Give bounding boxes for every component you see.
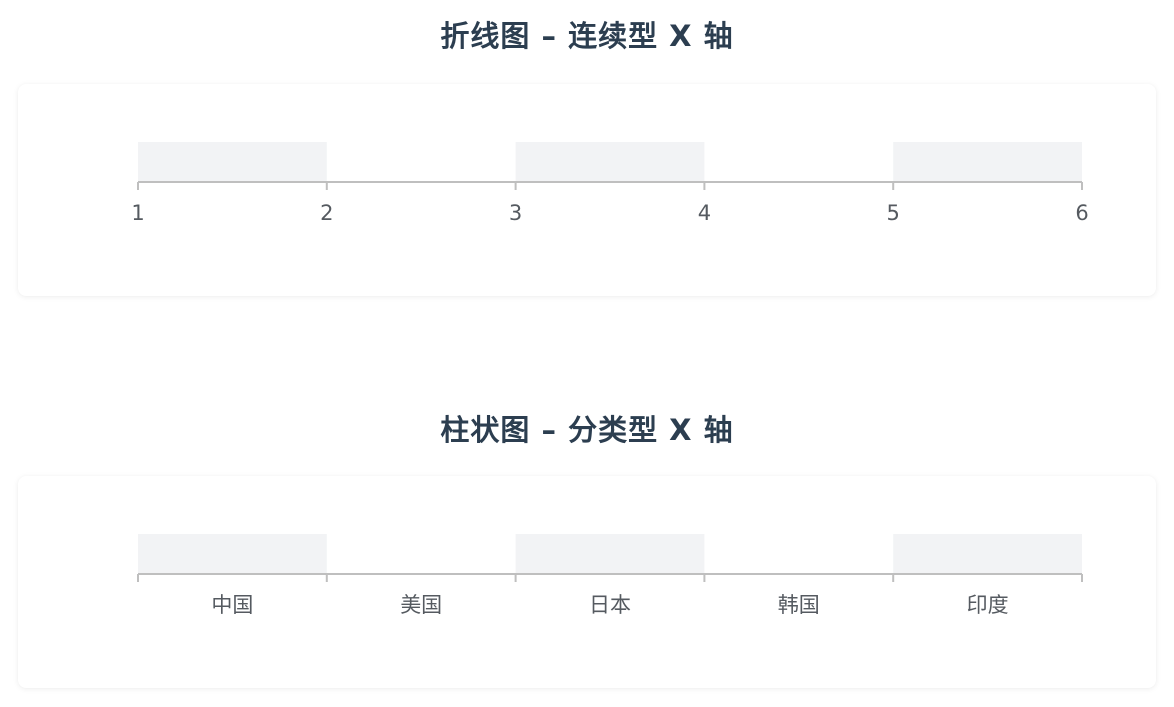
x-tick-label: 印度: [967, 593, 1009, 617]
line-chart-canvas: 1 2 3 4 5 6: [131, 142, 1089, 225]
x-tick-label: 3: [509, 201, 522, 225]
x-tick-label: 4: [698, 201, 711, 225]
x-tick-label: 1: [131, 201, 144, 225]
x-tick-label: 韩国: [778, 593, 820, 617]
x-tick-label: 日本: [589, 593, 631, 617]
x-tick-label: 6: [1075, 201, 1088, 225]
split-area-band: [515, 534, 705, 574]
line-chart-card: 1 2 3 4 5 6: [18, 84, 1156, 296]
bar-chart-card: 中国 美国 日本 韩国 印度: [18, 476, 1156, 688]
x-tick-label: 美国: [400, 593, 442, 617]
split-area-band: [893, 534, 1082, 574]
x-tick-label: 中国: [211, 593, 253, 617]
split-area-band: [515, 142, 705, 182]
split-area-band: [893, 142, 1082, 182]
bar-chart-canvas: 中国 美国 日本 韩国 印度: [137, 534, 1083, 617]
split-area-band: [138, 142, 327, 182]
split-area-band: [138, 534, 327, 574]
x-tick-label: 2: [320, 201, 333, 225]
line-chart-title: 折线图 – 连续型 X 轴: [440, 19, 734, 53]
x-tick-label: 5: [887, 201, 900, 225]
bar-chart-title: 柱状图 – 分类型 X 轴: [440, 413, 734, 447]
